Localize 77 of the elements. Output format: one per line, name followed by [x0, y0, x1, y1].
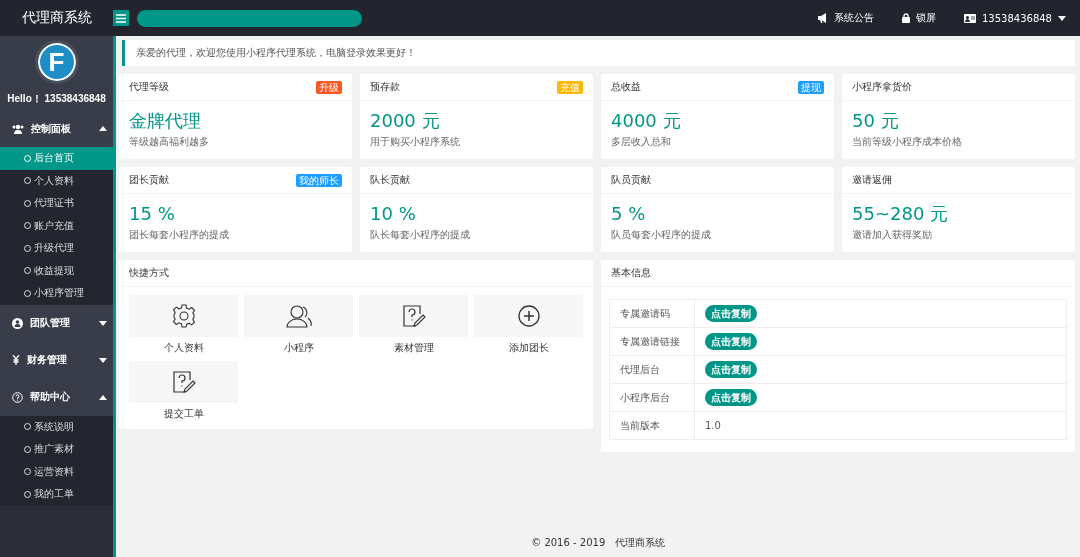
table-cell: 代理后台	[609, 355, 695, 384]
table-cell: 专属邀请链接	[609, 327, 695, 356]
users-icon	[285, 304, 312, 328]
users-icon	[12, 123, 24, 134]
help-icon	[12, 391, 23, 403]
avatar: F	[34, 40, 79, 84]
stat-description: 团长每套小程序的提成	[129, 228, 230, 242]
menu-group[interactable]: 控制面板	[0, 110, 113, 147]
user-menu[interactable]: 13538436848	[964, 12, 1066, 24]
menu-item[interactable]: 账户充值	[0, 214, 113, 237]
gear-icon	[171, 304, 196, 328]
menu-item[interactable]: 小程序管理	[0, 282, 113, 305]
caret-icon	[99, 394, 107, 400]
stat-description: 当前等级小程序成本价格	[852, 135, 963, 149]
stat-value: 15 %	[129, 202, 176, 226]
stat-description: 多层收入总和	[611, 135, 672, 149]
yen-icon	[12, 355, 20, 365]
card-title: 邀请返佣	[852, 173, 892, 187]
menu-item[interactable]: 升级代理	[0, 237, 113, 260]
lock-icon	[902, 13, 910, 23]
announcement-link[interactable]: 系统公告	[817, 11, 874, 25]
copy-button[interactable]: 点击复制	[705, 389, 757, 406]
menu-group[interactable]: 团队管理	[0, 304, 113, 342]
menu-item[interactable]: 个人资料	[0, 169, 113, 192]
stat-description: 队员每套小程序的提成	[611, 228, 712, 242]
card-title: 小程序拿货价	[852, 80, 912, 94]
caret-icon	[99, 126, 107, 131]
card-title: 代理等级	[129, 80, 169, 94]
menu-item[interactable]: 运营资料	[0, 460, 113, 483]
welcome-banner: 亲爱的代理，欢迎您使用小程序代理系统，电脑登录效果更好！	[122, 40, 1075, 66]
card-title: 总收益	[611, 80, 641, 94]
caret-icon	[99, 320, 107, 326]
menu-item[interactable]: 后台首页	[0, 147, 113, 170]
stat-value: 2000 元	[370, 109, 441, 133]
stat-value: 10 %	[370, 202, 417, 226]
menu-group[interactable]: 帮助中心	[0, 378, 113, 416]
menu-group[interactable]: 财务管理	[0, 341, 113, 379]
lock-screen-link[interactable]: 锁屏	[902, 11, 936, 25]
card-title: 队长贡献	[370, 173, 410, 187]
app-title: 代理商系统	[21, 9, 92, 25]
table-cell: 小程序后台	[609, 383, 695, 412]
question-note-icon	[171, 370, 196, 394]
panel-title: 快捷方式	[129, 266, 169, 280]
card-title: 预存款	[370, 80, 400, 94]
menu-item[interactable]: 推广素材	[0, 438, 113, 461]
card-title: 队员贡献	[611, 173, 651, 187]
stat-description: 用于购买小程序系统	[370, 135, 461, 149]
caret-icon	[1058, 15, 1066, 21]
stat-description: 队长每套小程序的提成	[370, 228, 471, 242]
copy-button[interactable]: 点击复制	[705, 361, 757, 378]
add-circle-icon	[517, 305, 540, 327]
version-value: 1.0	[705, 420, 721, 431]
menu-item[interactable]: 我的工单	[0, 483, 113, 506]
greeting: Hello！ 13538436848	[7, 92, 106, 106]
user-circle-icon	[12, 317, 23, 329]
stat-description: 邀请加入获得奖励	[852, 228, 933, 242]
stat-value: 50 元	[852, 109, 900, 133]
megaphone-icon	[817, 13, 828, 23]
menu-button[interactable]	[113, 10, 129, 26]
menu-item[interactable]: 系统说明	[0, 415, 113, 438]
copy-button[interactable]: 点击复制	[705, 305, 757, 322]
copyright: © 2016 - 2019 代理商系统	[531, 536, 665, 550]
stat-value: 金牌代理	[129, 109, 202, 133]
card-title: 团长贡献	[129, 173, 169, 187]
stat-description: 等级越高福利越多	[129, 135, 210, 149]
stat-value: 4000 元	[611, 109, 682, 133]
id-card-icon	[964, 13, 976, 23]
caret-icon	[99, 357, 107, 363]
stat-value: 55~280 元	[852, 202, 950, 226]
table-cell: 专属邀请码	[609, 299, 695, 328]
copy-button[interactable]: 点击复制	[705, 333, 757, 350]
question-note-icon	[401, 304, 426, 328]
table-cell: 当前版本	[609, 411, 695, 440]
menu-item[interactable]: 代理证书	[0, 192, 113, 215]
panel-title: 基本信息	[611, 266, 651, 280]
stat-value: 5 %	[611, 202, 647, 226]
menu-item[interactable]: 收益提现	[0, 259, 113, 282]
